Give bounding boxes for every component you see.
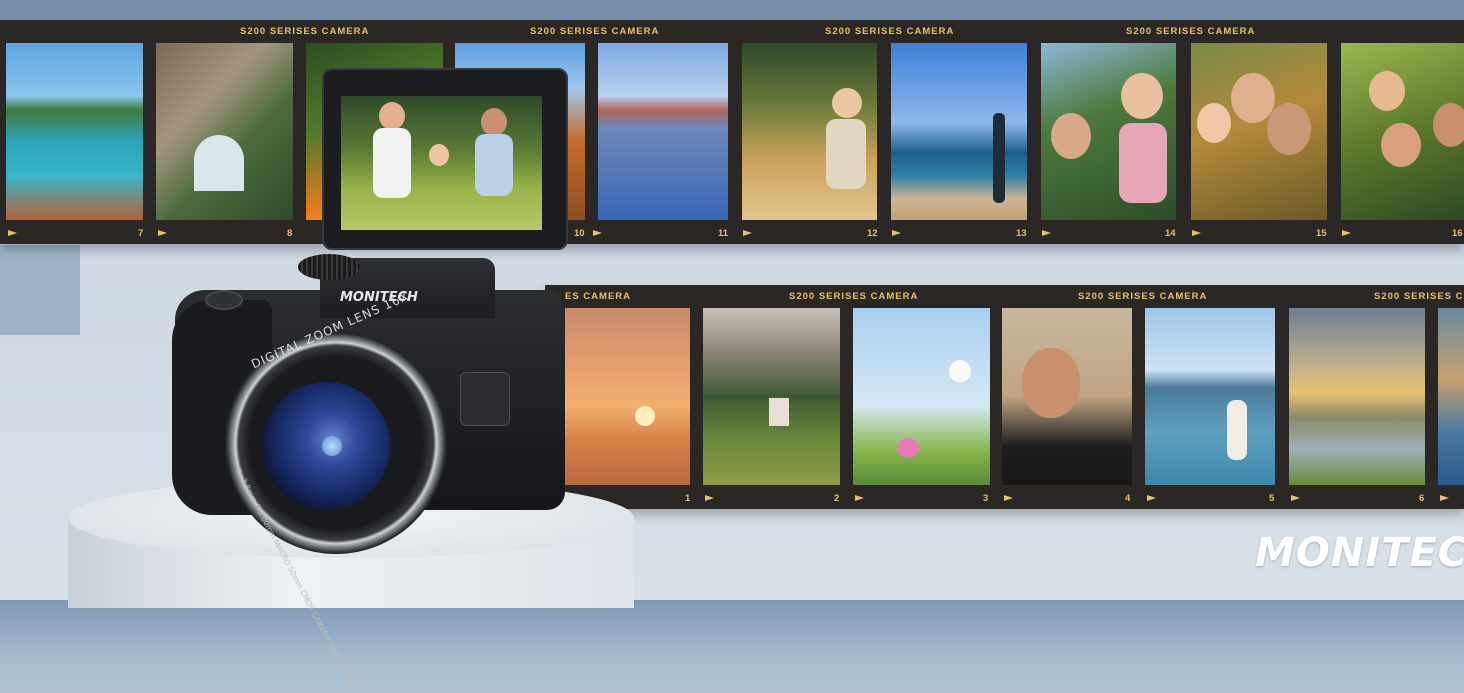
strip-title: ES CAMERA: [565, 291, 632, 302]
frame-arrow-icon: [1192, 230, 1201, 236]
camera-body: [175, 290, 565, 510]
photo-beach-cove: [6, 43, 143, 220]
frame-arrow-icon: [743, 230, 752, 236]
lens-highlight: [322, 436, 342, 456]
frame-number: 16: [1452, 228, 1463, 239]
frame-number: 1: [685, 493, 691, 504]
photo-mountain-church: [703, 308, 840, 485]
lens-label: DIGITAL ZOOM LENS 16X: [249, 288, 412, 372]
frame-number: 10: [574, 228, 585, 239]
photo-hiker-coast: [891, 43, 1027, 220]
frame-arrow-icon: [1147, 495, 1156, 501]
wall-block-top: [0, 0, 1464, 22]
frame-number: 7: [138, 228, 144, 239]
photo-sunset-lake: [1289, 308, 1425, 485]
photo-family-autumn: [1191, 43, 1327, 220]
strip-title: S200 SERISES CAMERA: [530, 26, 660, 37]
frame-number: 6: [1419, 493, 1425, 504]
photo-man-colosseum: [1002, 308, 1132, 485]
pedestal-top: [68, 478, 634, 558]
frame-arrow-icon: [1291, 495, 1300, 501]
frame-arrow-icon: [158, 230, 167, 236]
shutter-button[interactable]: [205, 290, 243, 310]
frame-number: 8: [287, 228, 293, 239]
frame-number: 11: [718, 228, 729, 239]
strip-title: S200 SERISES CAMERA: [1126, 26, 1256, 37]
photo-rock-tunnel: [156, 43, 293, 220]
frame-number: 3: [983, 493, 989, 504]
frame-arrow-icon: [593, 230, 602, 236]
photo-wildflowers-sky: [853, 308, 990, 485]
frame-number: 5: [1269, 493, 1275, 504]
frame-arrow-icon: [8, 230, 17, 236]
frame-number: 15: [1316, 228, 1327, 239]
strip-title: S200 SERISES CAMERA: [1374, 291, 1464, 302]
photo-family-hug: [1341, 43, 1464, 220]
frame-arrow-icon: [1342, 230, 1351, 236]
frame-arrow-icon: [892, 230, 901, 236]
photo-autumn-lake: [455, 43, 585, 220]
photo-father-baby-field: [742, 43, 877, 220]
frame-number: 14: [1165, 228, 1176, 239]
camera-brand-label: MONITECH: [340, 290, 418, 305]
wall-block-left: [0, 245, 80, 335]
frame-arrow-icon: [705, 495, 714, 501]
mode-dial[interactable]: [298, 254, 360, 280]
frame-arrow-icon: [1042, 230, 1051, 236]
photo-woman-lake-mountain: [1145, 308, 1275, 485]
camera-hump: [320, 258, 495, 318]
photo-family-sunglasses: [1041, 43, 1176, 220]
frame-number: 12: [867, 228, 878, 239]
strip-title: S200 SERISES CAMERA: [240, 26, 370, 37]
frame-number: 4: [1125, 493, 1131, 504]
frame-arrow-icon: [1004, 495, 1013, 501]
photo-canal-city: [598, 43, 728, 220]
brand-logo: MONITECH: [1255, 530, 1464, 576]
strip-title: S200 SERISES CAMERA: [789, 291, 919, 302]
frame-arrow-icon: [855, 495, 864, 501]
frame-number: 2: [834, 493, 840, 504]
photo-harbor: [1438, 308, 1464, 485]
frame-arrow-icon: [1440, 495, 1449, 501]
film-strip-top: S200 SERISES CAMERA S200 SERISES CAMERA …: [0, 20, 1464, 244]
film-strip-bottom: ES CAMERA S200 SERISES CAMERA S200 SERIS…: [545, 285, 1464, 509]
strip-title: S200 SERISES CAMERA: [825, 26, 955, 37]
photo-sunset-birds: [565, 308, 690, 485]
photo-flowers: [306, 43, 443, 220]
frame-number: 13: [1016, 228, 1027, 239]
strip-title: S200 SERISES CAMERA: [1078, 291, 1208, 302]
port-cover: [460, 372, 510, 426]
